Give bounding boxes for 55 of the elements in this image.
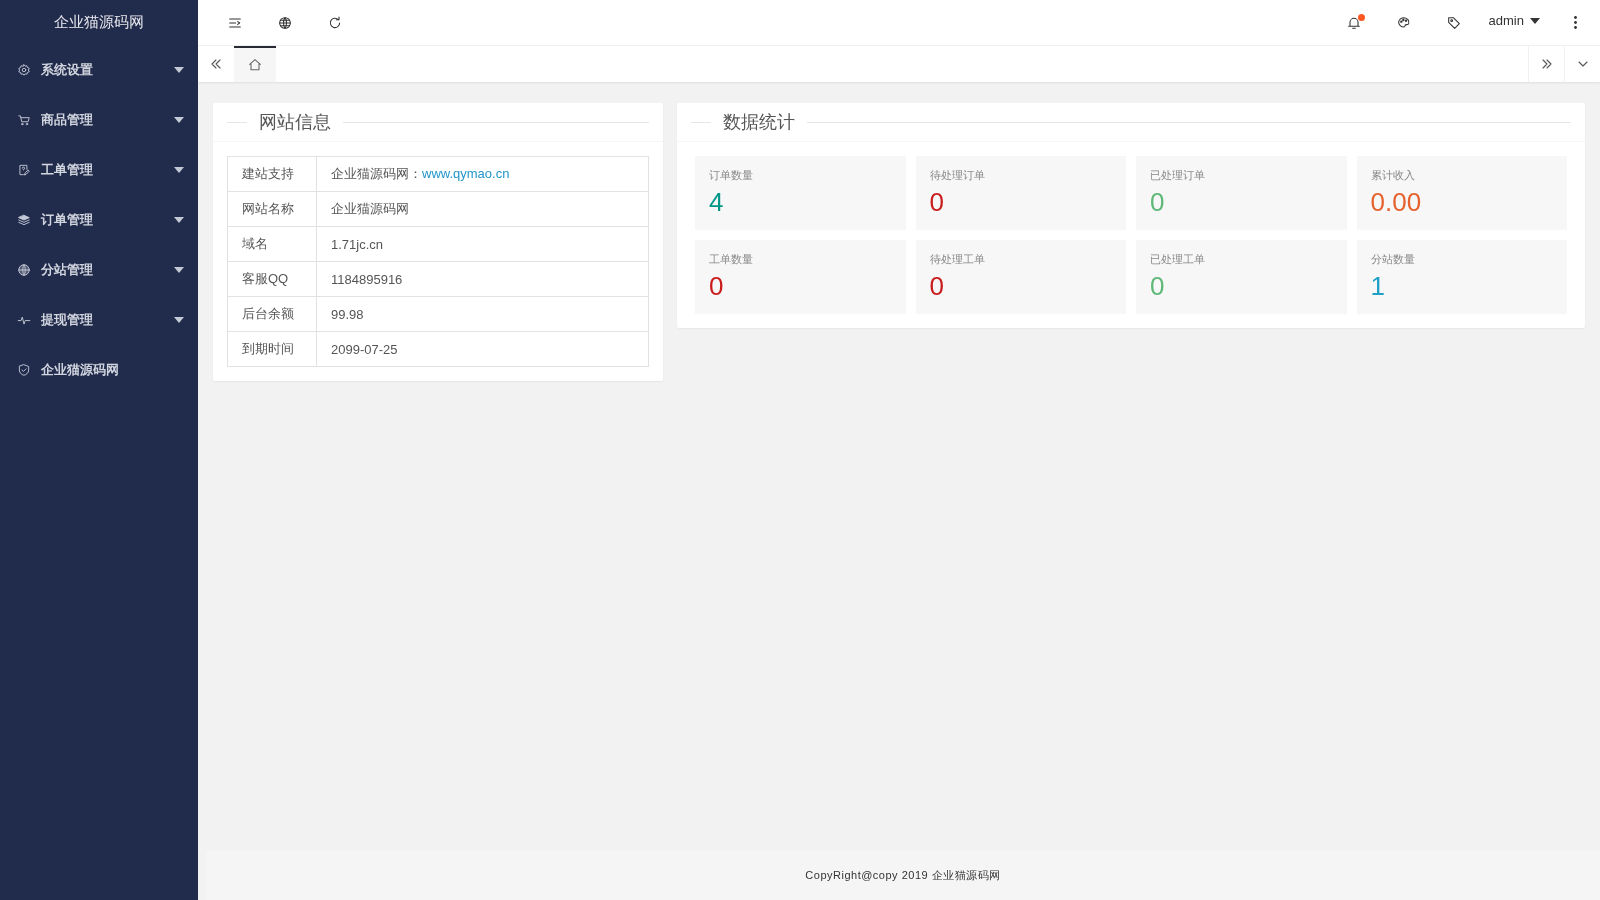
globe-icon bbox=[17, 263, 31, 277]
layers-icon bbox=[17, 213, 31, 227]
stat-label: 待处理工单 bbox=[929, 252, 986, 267]
stat-label: 订单数量 bbox=[709, 168, 754, 183]
shield-icon bbox=[17, 363, 31, 377]
cart-icon bbox=[17, 113, 31, 127]
stat-value: 4 bbox=[709, 187, 725, 218]
stat-value: 0 bbox=[1150, 187, 1166, 218]
sidebar-item[interactable]: 系统设置 bbox=[0, 45, 198, 95]
caret-icon bbox=[1530, 17, 1540, 24]
table-cell: 网站名称 bbox=[227, 191, 317, 227]
home-tab[interactable] bbox=[234, 46, 276, 82]
copyright-text: CopyRight@copy 2019 企业猫源码网 bbox=[805, 867, 1001, 883]
stat-label: 待处理订单 bbox=[929, 168, 986, 183]
stat-value: 0 bbox=[929, 187, 945, 218]
table-cell: 企业猫源码网 bbox=[316, 191, 649, 227]
table-cell: 2099-07-25 bbox=[316, 331, 649, 367]
stat-label: 分站数量 bbox=[1370, 252, 1416, 267]
logo-text[interactable]: 企业猫源码网 bbox=[0, 0, 198, 45]
table-cell: 1184895916 bbox=[316, 261, 649, 297]
sidebar-item[interactable]: 企业猫源码网 bbox=[0, 345, 198, 395]
stat-value: 1 bbox=[1370, 271, 1386, 302]
stat-value: 0 bbox=[1150, 271, 1166, 302]
stat-label: 已处理订单 bbox=[1150, 168, 1206, 183]
more-icon bbox=[1573, 16, 1577, 29]
table-cell: 后台余额 bbox=[227, 296, 317, 332]
card-title: 网站信息 bbox=[259, 111, 331, 134]
stat-value: 0 bbox=[929, 271, 945, 302]
table-cell: 客服QQ bbox=[227, 261, 317, 297]
table-cell: 域名 bbox=[227, 226, 317, 262]
sidebar-item[interactable]: 提现管理 bbox=[0, 295, 198, 345]
website-link[interactable]: www.qymao.cn bbox=[422, 166, 510, 181]
gear-icon bbox=[17, 63, 31, 77]
sidebar-item[interactable]: 分站管理 bbox=[0, 245, 198, 295]
user-menu[interactable]: admin bbox=[1478, 13, 1550, 32]
table-cell: 到期时间 bbox=[227, 331, 317, 367]
sidebar-item[interactable]: 商品管理 bbox=[0, 95, 198, 145]
stat-label: 已处理工单 bbox=[1150, 252, 1206, 267]
edit-document-icon bbox=[17, 163, 31, 177]
tag-icon bbox=[1445, 14, 1462, 31]
globe-icon bbox=[277, 14, 293, 31]
card-title: 数据统计 bbox=[723, 111, 795, 134]
palette-icon bbox=[1395, 14, 1412, 31]
stat-value: 0.00 bbox=[1370, 187, 1423, 218]
table-cell: 建站支持 bbox=[227, 156, 317, 192]
stat-label: 累计收入 bbox=[1370, 168, 1416, 183]
refresh-icon bbox=[327, 14, 343, 31]
sidebar-item[interactable]: 工单管理 bbox=[0, 145, 198, 195]
table-cell: 企业猫源码网：www.qymao.cn bbox=[316, 156, 649, 192]
home-icon bbox=[247, 57, 263, 73]
stat-label: 工单数量 bbox=[709, 252, 754, 267]
stat-value: 0 bbox=[709, 271, 725, 302]
sidebar-item[interactable]: 订单管理 bbox=[0, 195, 198, 245]
table-cell: 99.98 bbox=[316, 296, 649, 332]
table-cell: 1.71jc.cn bbox=[316, 226, 649, 262]
